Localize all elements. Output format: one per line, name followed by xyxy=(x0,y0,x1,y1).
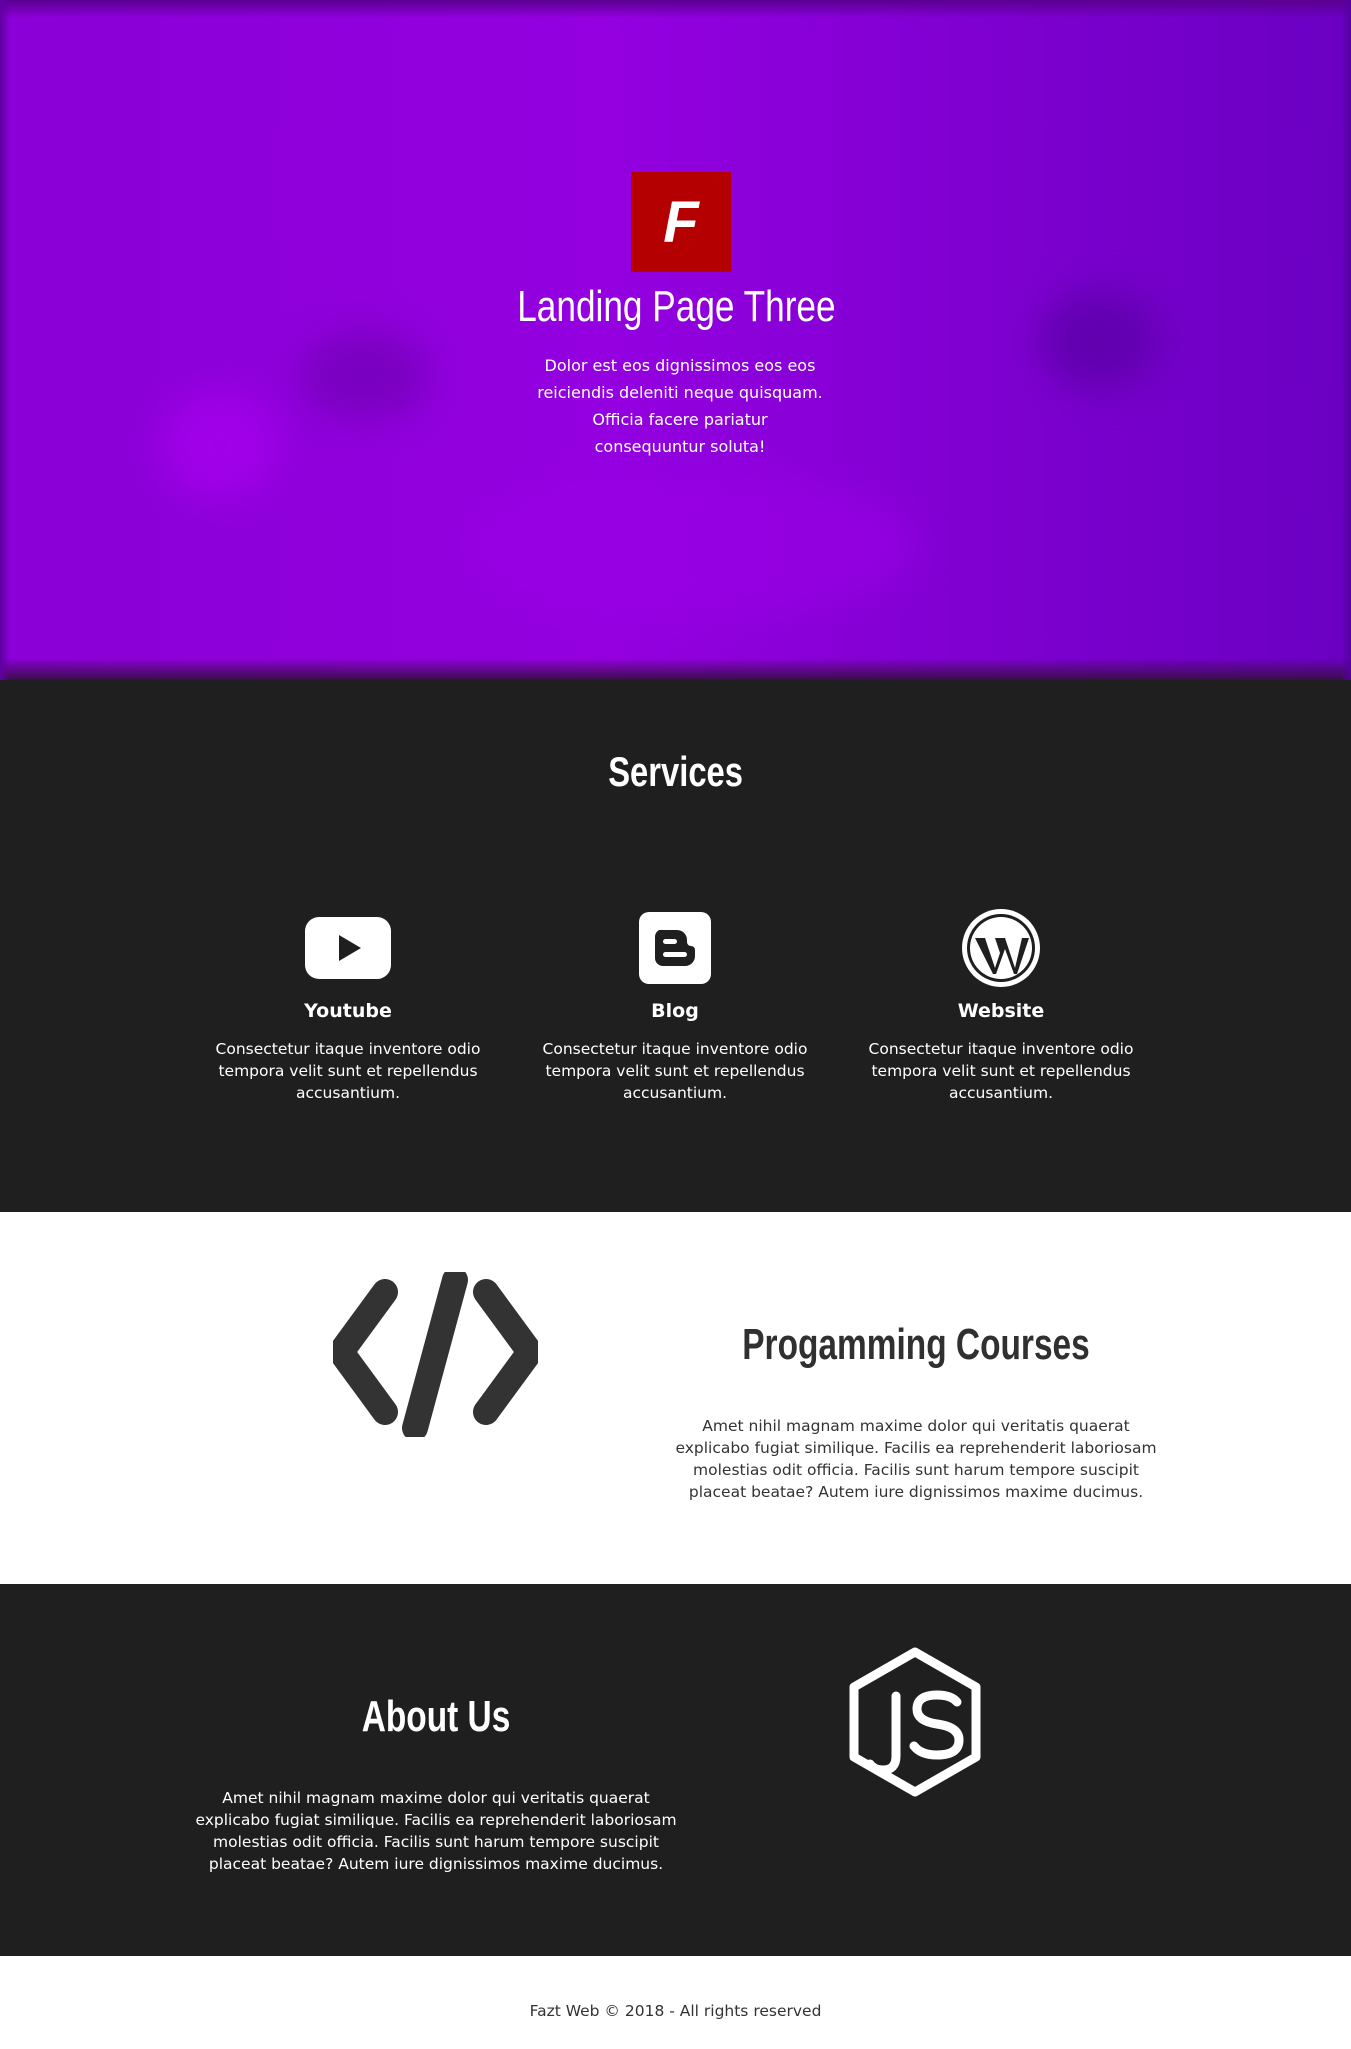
blogger-icon xyxy=(540,908,810,988)
hero-shadow-top xyxy=(0,0,1351,18)
courses-title: Progamming Courses xyxy=(742,1320,1090,1369)
hero-background-blur xyxy=(460,470,920,620)
hero-background-blur xyxy=(300,330,430,420)
hero-background-blur xyxy=(160,390,280,500)
about-description: Amet nihil magnam maxime dolor qui verit… xyxy=(195,1789,677,1873)
service-card-youtube: Youtube Consectetur itaque inventore odi… xyxy=(213,908,483,1104)
about-title: About Us xyxy=(361,1692,511,1741)
service-name: Youtube xyxy=(304,1000,392,1022)
courses-description: Amet nihil magnam maxime dolor qui verit… xyxy=(675,1417,1157,1501)
hero-title: Landing Page Three xyxy=(517,282,836,331)
youtube-icon xyxy=(213,908,483,988)
about-section: About Us Amet nihil magnam maxime dolor … xyxy=(0,1584,1351,1956)
service-card-website: Website Consectetur itaque inventore odi… xyxy=(866,908,1136,1104)
services-section: Services Youtube Consectetur itaque inve… xyxy=(0,680,1351,1212)
hero-shadow-bottom xyxy=(0,658,1351,680)
footer: Fazt Web © 2018 - All rights reserved xyxy=(0,1956,1351,2049)
copyright-text: Fazt Web © 2018 - All rights reserved xyxy=(529,2002,822,2020)
courses-section: Progamming Courses Amet nihil magnam max… xyxy=(0,1212,1351,1584)
service-name: Website xyxy=(957,1000,1045,1022)
brand-logo-letter: F xyxy=(663,189,699,255)
services-title: Services xyxy=(608,748,744,795)
nodejs-icon xyxy=(840,1644,990,1808)
code-icon xyxy=(328,1267,543,1441)
service-name: Blog xyxy=(651,1000,699,1022)
hero-description: Dolor est eos dignissimos eos eos reicie… xyxy=(537,356,823,456)
hero-section: F Landing Page Three Dolor est eos digni… xyxy=(0,0,1351,680)
brand-logo: F xyxy=(631,172,731,272)
service-description: Consectetur itaque inventore odio tempor… xyxy=(542,1040,808,1102)
hero-shadow-left xyxy=(0,0,10,680)
service-description: Consectetur itaque inventore odio tempor… xyxy=(868,1040,1134,1102)
service-card-blog: Blog Consectetur itaque inventore odio t… xyxy=(540,908,810,1104)
hero-shadow-right xyxy=(1341,0,1351,680)
wordpress-icon xyxy=(866,908,1136,988)
service-description: Consectetur itaque inventore odio tempor… xyxy=(215,1040,481,1102)
